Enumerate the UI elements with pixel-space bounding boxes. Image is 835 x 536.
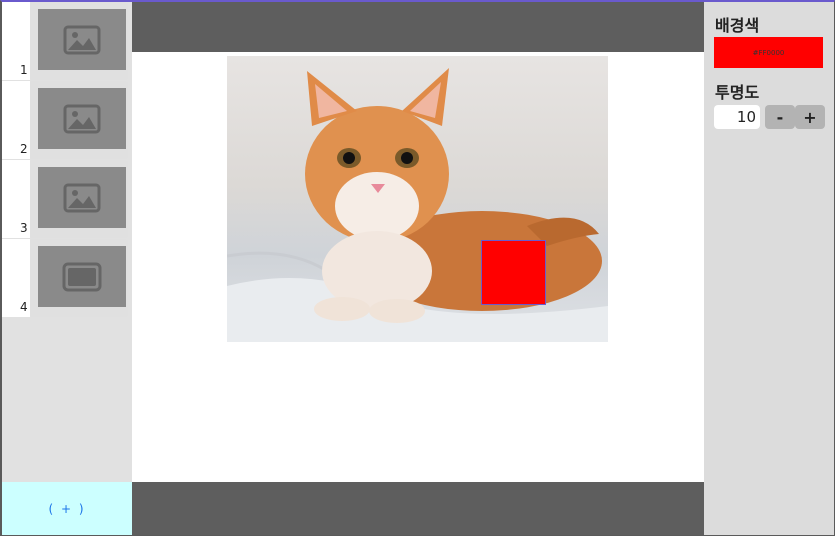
thumbnail-frame — [38, 246, 126, 307]
slide-number-cell: 4 — [2, 239, 30, 317]
slide-number-cell: 1 — [2, 2, 30, 80]
slide-number: 2 — [20, 142, 28, 156]
slide-number: 1 — [20, 63, 28, 77]
image-icon — [63, 25, 101, 54]
image-icon — [63, 104, 101, 133]
slide-number: 4 — [20, 300, 28, 314]
editor-area — [132, 2, 704, 535]
slide-number: 3 — [20, 221, 28, 235]
slide-list: 1 2 3 4 — [2, 2, 132, 482]
slide-number-cell: 3 — [2, 160, 30, 238]
kitten-illustration — [227, 68, 608, 342]
slide-item-1[interactable]: 1 — [2, 2, 132, 80]
add-slide-button[interactable]: ( + ) — [2, 482, 132, 535]
thumbnail-frame — [38, 9, 126, 70]
properties-panel: 배경색 #FF0000 투명도 - + — [704, 2, 834, 535]
slide-thumbnail[interactable] — [30, 239, 128, 317]
thumbnail-frame — [38, 167, 126, 228]
opacity-increase-button[interactable]: + — [795, 105, 825, 129]
kitten-photo[interactable] — [227, 56, 608, 342]
background-color-label: 배경색 — [715, 16, 760, 35]
slide-item-3[interactable]: 3 — [2, 160, 132, 238]
slide-thumbnail[interactable] — [30, 2, 128, 80]
slide-item-4[interactable]: 4 — [2, 239, 132, 317]
rectangle-icon — [62, 262, 102, 291]
background-color-picker[interactable]: #FF0000 — [714, 37, 823, 68]
slide-thumbnail[interactable] — [30, 160, 128, 238]
opacity-input[interactable] — [714, 105, 760, 129]
red-rectangle-shape[interactable] — [481, 240, 546, 305]
slide-number-cell: 2 — [2, 81, 30, 159]
color-hex-value: #FF0000 — [752, 48, 785, 57]
thumbnail-frame — [38, 88, 126, 149]
slide-item-2[interactable]: 2 — [2, 81, 132, 159]
slide-thumbnail[interactable] — [30, 81, 128, 159]
image-icon — [63, 183, 101, 212]
opacity-decrease-button[interactable]: - — [765, 105, 795, 129]
opacity-label: 투명도 — [715, 83, 760, 102]
app-window: 1 2 3 4 (+) 배경색 #FF0000 투명도 10 - + — [0, 0, 835, 536]
slide-canvas[interactable] — [132, 52, 704, 482]
